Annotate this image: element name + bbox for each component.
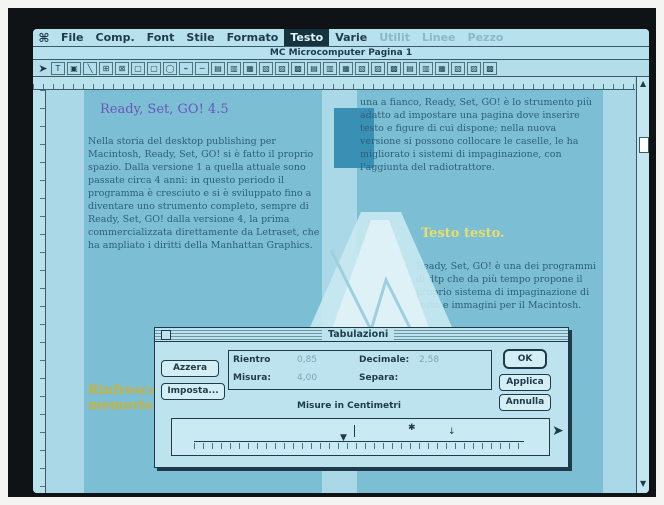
page-tool-icon[interactable]: ▦ <box>435 61 449 75</box>
scroll-up-arrow-icon[interactable]: ▲ <box>640 79 646 88</box>
tab-stop-marker[interactable]: ↓ <box>448 427 456 437</box>
page-tool-icon[interactable]: ▥ <box>419 61 433 75</box>
text-box-tool-icon[interactable]: T <box>51 61 65 75</box>
hline-tool-icon[interactable]: ─ <box>195 61 209 75</box>
round-rect-tool-icon[interactable]: ▢ <box>147 61 161 75</box>
page-tool-icon[interactable]: ▦ <box>339 61 353 75</box>
right-body-text: una a fianco, Ready, Set, GO! è lo strum… <box>360 97 592 173</box>
separator-label: Separa: <box>359 373 399 383</box>
ok-button[interactable]: OK <box>503 349 547 369</box>
horizontal-ruler <box>33 77 635 90</box>
link-tool-icon[interactable]: ⌁ <box>179 61 193 75</box>
apple-menu-icon[interactable]: ⌘ <box>33 31 55 45</box>
menu-utilit[interactable]: Utilit <box>373 29 416 46</box>
page-tool-icon[interactable]: ▧ <box>355 61 369 75</box>
dialog-title-bar[interactable]: Tabulazioni <box>155 328 568 342</box>
pointer-tool-icon[interactable]: ➤ <box>37 63 49 74</box>
page-tool-icon[interactable]: ▨ <box>275 61 289 75</box>
menu-formato[interactable]: Formato <box>221 29 285 46</box>
close-box-icon[interactable] <box>161 330 171 340</box>
page-tool-icon[interactable]: ▩ <box>483 61 497 75</box>
vertical-scrollbar[interactable]: ▲ ▼ <box>636 77 649 493</box>
menu-file[interactable]: File <box>55 29 90 46</box>
scroll-down-arrow-icon[interactable]: ▼ <box>640 479 646 488</box>
page-tool-icon[interactable]: ▥ <box>227 61 241 75</box>
vertical-ruler <box>33 90 46 493</box>
menu-pezzo[interactable]: Pezzo <box>462 29 510 46</box>
dialog-title: Tabulazioni <box>322 328 395 341</box>
toolbar: ➤ T ▣ ╲ ⊞ ⊠ ▢ ▢ ◯ ⌁ ─ ▤ ▥ ▦ ▧ ▨ ▩ ▤ ▥ ▦ … <box>33 60 649 77</box>
apply-button[interactable]: Applica <box>499 374 551 391</box>
tab-selection-range[interactable] <box>354 425 435 437</box>
window-title: MC Microcomputer Pagina 1 <box>33 47 649 60</box>
page-tool-icon[interactable]: ▩ <box>387 61 401 75</box>
page-tool-icon[interactable]: ▤ <box>403 61 417 75</box>
monitor-bezel: ⌘ File Comp. Font Stile Formato Testo Va… <box>8 8 656 497</box>
menu-font[interactable]: Font <box>141 29 181 46</box>
menu-stile[interactable]: Stile <box>180 29 220 46</box>
page-tool-icon[interactable]: ▨ <box>467 61 481 75</box>
tabs-dialog: Tabulazioni Azzera Imposta... Rientro 0,… <box>154 327 569 468</box>
indent-label: Rientro <box>233 355 271 365</box>
scroll-thumb[interactable] <box>639 137 649 153</box>
grid-tool-icon[interactable]: ⊞ <box>99 61 113 75</box>
measure-field[interactable]: 4,00 <box>297 373 317 383</box>
clear-button[interactable]: Azzera <box>161 360 219 377</box>
decimal-label: Decimale: <box>359 355 410 365</box>
menu-comp[interactable]: Comp. <box>90 29 141 46</box>
cancel-button[interactable]: Annulla <box>499 394 551 411</box>
tab-stop-marker[interactable]: ▼ <box>340 433 347 443</box>
page-tool-icon[interactable]: ▦ <box>243 61 257 75</box>
tab-fields-box: Rientro 0,85 Misura: 4,00 Decimale: 2,58… <box>228 350 492 390</box>
oval-tool-icon[interactable]: ◯ <box>163 61 177 75</box>
article-heading: Ready, Set, GO! 4.5 <box>100 102 229 117</box>
menu-linee[interactable]: Linee <box>416 29 462 46</box>
picture-box-tool-icon[interactable]: ▣ <box>67 61 81 75</box>
units-caption: Misure in Centimetri <box>297 401 401 411</box>
screen: ⌘ File Comp. Font Stile Formato Testo Va… <box>33 29 649 493</box>
page-tool-icon[interactable]: ▤ <box>307 61 321 75</box>
page-tool-icon[interactable]: ▩ <box>291 61 305 75</box>
page-tool-icon[interactable]: ▨ <box>371 61 385 75</box>
page-tool-icon[interactable]: ▤ <box>211 61 225 75</box>
page-tool-icon[interactable]: ▧ <box>259 61 273 75</box>
tab-ruler-line <box>194 441 524 442</box>
tab-ruler[interactable]: ▼ ✱ ↓ <box>171 418 550 456</box>
measure-label: Misura: <box>233 373 271 383</box>
mouse-pointer-icon: ➤ <box>552 423 564 439</box>
tab-ruler-ticks <box>194 443 524 449</box>
set-button[interactable]: Imposta... <box>161 383 225 400</box>
rect-tool-icon[interactable]: ▢ <box>131 61 145 75</box>
indent-field[interactable]: 0,85 <box>297 355 317 365</box>
decimal-field[interactable]: 2,58 <box>419 355 439 365</box>
menu-testo[interactable]: Testo <box>284 29 330 46</box>
line-tool-icon[interactable]: ╲ <box>83 61 97 75</box>
left-body-text: Nella storia del desktop publishing per … <box>88 136 320 251</box>
menu-bar: ⌘ File Comp. Font Stile Formato Testo Va… <box>33 29 649 47</box>
crop-tool-icon[interactable]: ⊠ <box>115 61 129 75</box>
menu-varie[interactable]: Varie <box>329 29 373 46</box>
page-tool-icon[interactable]: ▥ <box>323 61 337 75</box>
page-tool-icon[interactable]: ▧ <box>451 61 465 75</box>
